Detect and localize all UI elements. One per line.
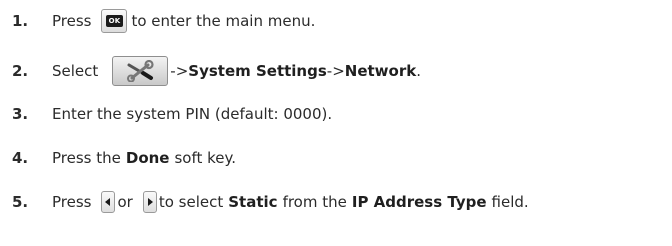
step-4: 4. Press the Done soft key.	[12, 148, 236, 168]
step-text: Press	[52, 193, 92, 211]
step-text: Press the	[52, 149, 121, 167]
step-number: 5.	[12, 193, 29, 211]
settings-tools-icon	[112, 56, 169, 86]
step-text: from the	[282, 193, 347, 211]
step-bold-text: Static	[228, 193, 278, 211]
right-navigation-key-icon	[142, 191, 157, 213]
step-text: ->	[326, 62, 345, 80]
ok-key-label: OK	[105, 15, 123, 27]
step-bold-text: System Settings	[188, 62, 327, 80]
step-text: soft key.	[174, 149, 237, 167]
left-navigation-key-icon	[101, 191, 116, 213]
step-text: Press	[52, 12, 92, 30]
step-text: field.	[491, 193, 529, 211]
step-text: to enter the main menu.	[131, 12, 316, 30]
step-2: 2. Select -> System Settings -> Network …	[12, 56, 421, 86]
step-number: 1.	[12, 12, 29, 30]
step-text: or	[117, 193, 133, 211]
step-number: 3.	[12, 105, 29, 123]
step-text: .	[416, 62, 421, 80]
step-1: 1. Press OK to enter the main menu.	[12, 9, 315, 33]
step-bold-text: Network	[344, 62, 417, 80]
step-text: ->	[170, 62, 189, 80]
step-number: 4.	[12, 149, 29, 167]
step-bold-text: IP Address Type	[351, 193, 487, 211]
ok-key-icon: OK	[101, 9, 128, 33]
instruction-steps: 1. Press OK to enter the main menu. 2. S…	[0, 0, 672, 246]
step-5: 5. Press or to select Static from the IP…	[12, 191, 529, 213]
step-3: 3. Enter the system PIN (default: 0000).	[12, 104, 332, 124]
step-text: to select	[158, 193, 224, 211]
step-text: Enter the system PIN (default: 0000).	[52, 105, 333, 123]
step-text: Select	[52, 62, 99, 80]
step-bold-text: Done	[125, 149, 170, 167]
step-number: 2.	[12, 62, 29, 80]
